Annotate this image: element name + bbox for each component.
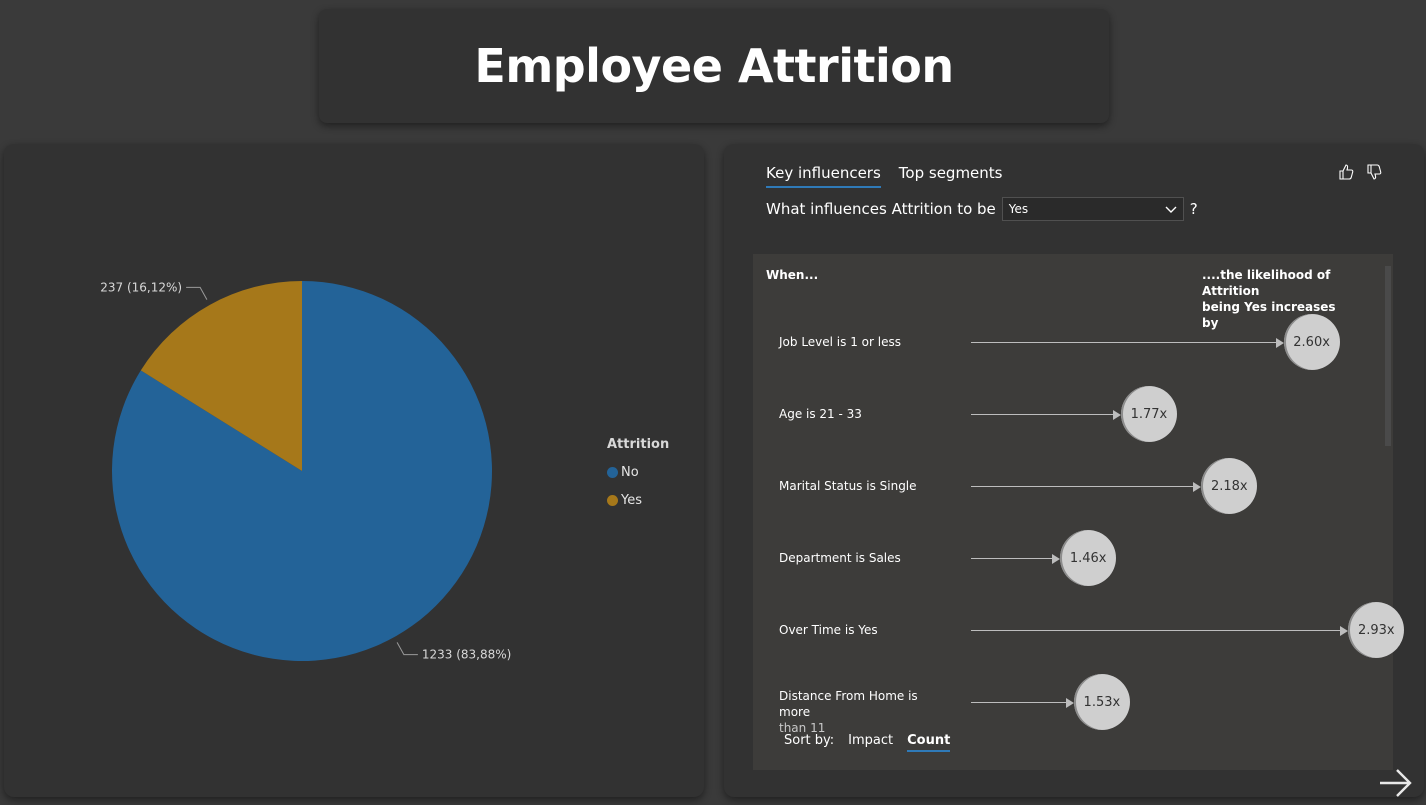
pie-leader-line (186, 286, 208, 300)
influencer-row[interactable]: Age is 21 - 33 1.77x (753, 384, 1373, 444)
arrow-head-icon (1193, 482, 1202, 492)
influencer-label: Over Time is Yes (779, 622, 949, 638)
influence-factor-bubble[interactable]: 1.77x (1120, 386, 1177, 442)
legend-title: Attrition (607, 437, 670, 452)
influencer-label: Department is Sales (779, 550, 949, 566)
influencer-question: What influences Attrition to be Yes ? (766, 197, 1198, 221)
influence-arrow-line (971, 630, 1346, 631)
pie-chart: 1233 (83,88%) 237 (16,12%) (100, 280, 511, 662)
arrow-head-icon (1065, 698, 1074, 708)
sort-option-count[interactable]: Count (907, 733, 951, 752)
key-influencers-panel: Key influencers Top segments What influe… (724, 144, 1424, 797)
likelihood-header-line-1: ....the likelihood of Attrition (1202, 268, 1331, 298)
influence-factor-bubble[interactable]: 2.93x (1348, 602, 1405, 658)
arrow-right-icon[interactable] (1378, 766, 1414, 800)
pie-leader-line (396, 642, 418, 656)
influence-arrow-line (971, 702, 1071, 703)
arrow-head-icon (1340, 626, 1349, 636)
influence-arrow-line (971, 414, 1118, 415)
influencer-label: Job Level is 1 or less (779, 334, 949, 350)
influencer-tabs: Key influencers Top segments (766, 164, 1003, 188)
legend-dot-yes (607, 494, 618, 506)
sort-by: Sort by: Impact Count (784, 733, 951, 752)
influence-arrow-line (971, 486, 1199, 487)
arrow-head-icon (1275, 338, 1284, 348)
influencer-row[interactable]: Department is Sales 1.46x (753, 528, 1373, 588)
page-title: Employee Attrition (474, 39, 954, 93)
influencer-row[interactable]: Over Time is Yes 2.93x (753, 600, 1405, 660)
influencer-row[interactable]: Distance From Home is more than 11 1.53x (753, 672, 1373, 735)
influence-arrow-line (971, 342, 1281, 343)
tab-key-influencers[interactable]: Key influencers (766, 164, 881, 188)
influencer-label-text: Marital Status is Single (779, 479, 917, 493)
influence-factor-bubble[interactable]: 2.60x (1283, 314, 1340, 370)
when-header: When... (766, 268, 819, 282)
tab-top-segments[interactable]: Top segments (899, 164, 1003, 188)
influencer-label-text: Job Level is 1 or less (779, 335, 901, 349)
influencer-row[interactable]: Job Level is 1 or less 2.60x (753, 312, 1373, 372)
chevron-down-icon (1165, 204, 1177, 214)
pie-data-label: 237 (16,12%) (100, 280, 182, 294)
arrow-head-icon (1052, 554, 1061, 564)
title-card: Employee Attrition (319, 9, 1109, 123)
legend-label-no: No (621, 464, 639, 480)
attrition-value-dropdown[interactable]: Yes (1001, 197, 1184, 221)
sort-by-label: Sort by: (784, 733, 835, 748)
pie-chart-panel: 1233 (83,88%) 237 (16,12%) (4, 144, 704, 797)
feedback-buttons (1338, 164, 1382, 180)
sort-option-impact[interactable]: Impact (848, 733, 893, 752)
legend-dot-no (607, 466, 618, 478)
thumbs-down-icon[interactable] (1366, 164, 1382, 180)
list-scrollbar[interactable] (1385, 266, 1391, 446)
pie-data-label: 1233 (83,88%) (422, 648, 511, 662)
thumbs-up-icon[interactable] (1338, 164, 1354, 180)
legend-label-yes: Yes (621, 492, 642, 508)
influence-factor-bubble[interactable]: 1.46x (1060, 530, 1117, 586)
influencer-label-text: Over Time is Yes (779, 623, 878, 637)
influence-arrow-line (971, 558, 1058, 559)
influencer-label: Distance From Home is more than 11 (779, 688, 949, 736)
influence-factor-bubble[interactable]: 1.53x (1073, 674, 1130, 730)
pie-legend: Attrition No Yes (607, 437, 669, 514)
arrow-head-icon (1112, 410, 1121, 420)
question-prefix: What influences Attrition to be (766, 200, 996, 218)
influencers-list: When... ....the likelihood of Attrition … (753, 254, 1405, 770)
influencer-label: Marital Status is Single (779, 478, 949, 494)
legend-item-no[interactable]: No (607, 458, 669, 486)
question-mark: ? (1189, 200, 1198, 218)
influencer-row[interactable]: Marital Status is Single 2.18x (753, 456, 1373, 516)
influencer-label: Age is 21 - 33 (779, 406, 949, 422)
influencer-label-text: Age is 21 - 33 (779, 407, 862, 421)
dropdown-selected-value: Yes (1008, 202, 1029, 216)
influence-factor-bubble[interactable]: 2.18x (1201, 458, 1258, 514)
legend-item-yes[interactable]: Yes (607, 486, 669, 514)
influencer-label-text: Distance From Home is more (779, 689, 918, 719)
influencer-label-text: Department is Sales (779, 551, 901, 565)
